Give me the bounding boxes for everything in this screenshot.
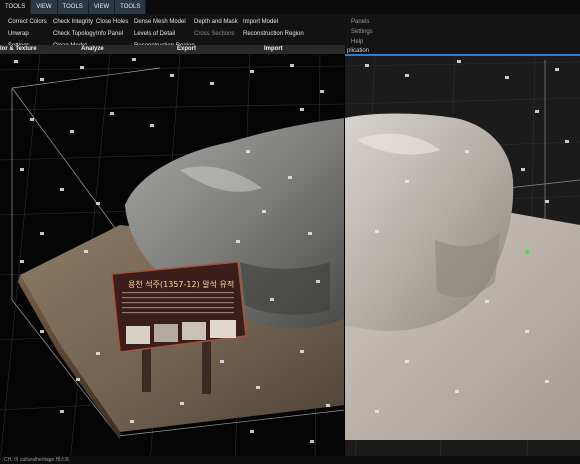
group-label-export: Export: [177, 46, 197, 52]
ribbon-group-analyze-b: Close Holes Info Panel: [96, 16, 128, 40]
tab-tools-2[interactable]: TOOLS: [57, 0, 88, 14]
menubar: TOOLS VIEW TOOLS VIEW TOOLS: [0, 0, 580, 14]
check-topology-button[interactable]: Check Topology: [53, 28, 96, 40]
settings-menu-item[interactable]: Settings: [351, 27, 373, 37]
group-label-import: Import: [264, 46, 283, 52]
right-panel: Panels Settings Help plication: [345, 14, 580, 56]
view-divider: [344, 14, 345, 464]
shaded-scene-canvas: [344, 53, 580, 464]
tab-view-2[interactable]: VIEW: [88, 0, 115, 14]
close-holes-button[interactable]: Close Holes: [96, 16, 128, 28]
tab-view[interactable]: VIEW: [31, 0, 57, 14]
tools-ribbon: Correct Colors Unwrap Settings Check Int…: [0, 14, 345, 54]
unwrap-button[interactable]: Unwrap: [8, 28, 47, 40]
sign-title: 용천 석주(1357-12) 알석 유적: [128, 280, 235, 289]
pivot-marker: [525, 250, 529, 254]
correct-colors-button[interactable]: Correct Colors: [8, 16, 47, 28]
status-bar: CH. 이 culturalheritage 테스트: [0, 456, 580, 464]
menubar-filler: [146, 0, 580, 14]
check-integrity-button[interactable]: Check Integrity: [53, 16, 96, 28]
panels-menu-item[interactable]: Panels: [351, 17, 373, 27]
group-label-analyze: Analyze: [81, 46, 104, 52]
info-panel-button[interactable]: Info Panel: [96, 28, 128, 40]
tab-tools-3[interactable]: TOOLS: [115, 0, 146, 14]
cross-sections-button[interactable]: Cross Sections: [194, 28, 238, 40]
textured-scene-canvas: [0, 53, 346, 464]
textured-view[interactable]: 용천 석주(1357-12) 알석 유적: [0, 0, 346, 464]
group-label-colour-texture: lor & Texture: [0, 46, 37, 52]
shaded-view[interactable]: [344, 0, 580, 464]
active-tab-underline: [345, 54, 580, 56]
ribbon-group-export-b: Depth and Mask Cross Sections: [194, 16, 238, 40]
ribbon-group-import: Import Model Reconstruction Region: [243, 16, 304, 40]
right-panel-menu: Panels Settings Help: [351, 17, 373, 47]
tab-tools[interactable]: TOOLS: [0, 0, 31, 14]
levels-of-detail-button[interactable]: Levels of Detail: [134, 28, 195, 40]
import-model-button[interactable]: Import Model: [243, 16, 304, 28]
depth-and-mask-button[interactable]: Depth and Mask: [194, 16, 238, 28]
dense-mesh-model-button[interactable]: Dense Mesh Model: [134, 16, 195, 28]
help-menu-item[interactable]: Help: [351, 37, 373, 47]
ribbon-group-labels: lor & Texture Analyze Export Import: [0, 45, 345, 53]
reconstruction-region-import-button[interactable]: Reconstruction Region: [243, 28, 304, 40]
3d-viewport[interactable]: 용천 석주(1357-12) 알석 유적: [0, 0, 580, 464]
